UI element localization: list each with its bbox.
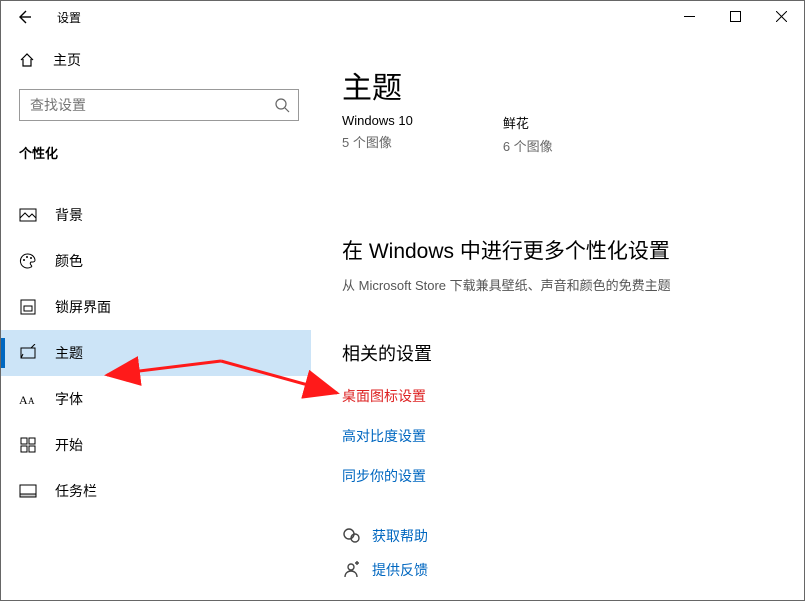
sidebar-home-label: 主页 [53, 50, 81, 70]
sidebar-item-label: 颜色 [55, 251, 83, 271]
image-icon [19, 206, 37, 224]
sidebar-item-fonts[interactable]: AA 字体 [1, 376, 311, 422]
sidebar-item-label: 任务栏 [55, 481, 97, 501]
arrow-left-icon [16, 9, 32, 25]
sidebar-item-label: 背景 [55, 205, 83, 225]
start-icon [19, 436, 37, 454]
maximize-icon [730, 11, 741, 22]
maximize-button[interactable] [712, 1, 758, 31]
sidebar-item-label: 主题 [55, 343, 83, 363]
minimize-icon [684, 11, 695, 22]
home-icon [19, 52, 35, 68]
main-content: 主题 Windows 10 5 个图像 鲜花 6 个图像 在 Windows 中… [311, 33, 804, 600]
search-box[interactable] [19, 89, 299, 121]
close-button[interactable] [758, 1, 804, 31]
sidebar: 主页 个性化 背景 颜色 锁屏界面 [1, 33, 311, 600]
svg-text:A: A [28, 396, 35, 406]
related-settings-heading: 相关的设置 [342, 340, 804, 366]
theme-name: Windows 10 [342, 113, 413, 128]
search-input[interactable] [28, 96, 274, 114]
theme-item[interactable]: Windows 10 5 个图像 [342, 113, 413, 155]
back-button[interactable] [9, 2, 39, 32]
help-label: 获取帮助 [372, 526, 428, 546]
theme-name: 鲜花 [503, 113, 553, 132]
sidebar-category-heading: 个性化 [19, 143, 311, 162]
page-title: 主题 [342, 63, 804, 107]
sidebar-item-label: 字体 [55, 389, 83, 409]
sidebar-item-label: 锁屏界面 [55, 297, 111, 317]
close-icon [776, 11, 787, 22]
svg-text:A: A [19, 393, 28, 407]
get-help-link[interactable]: 获取帮助 [342, 526, 804, 546]
sidebar-item-colors[interactable]: 颜色 [1, 238, 311, 284]
taskbar-icon [19, 482, 37, 500]
sidebar-home[interactable]: 主页 [1, 41, 311, 79]
brush-icon [19, 344, 37, 362]
link-high-contrast-settings[interactable]: 高对比度设置 [342, 426, 804, 446]
more-personalization-desc: 从 Microsoft Store 下载兼具壁纸、声音和颜色的免费主题 [342, 275, 804, 294]
sidebar-item-label: 开始 [55, 435, 83, 455]
window-title: 设置 [57, 9, 81, 26]
sidebar-item-background[interactable]: 背景 [1, 192, 311, 238]
font-icon: AA [19, 390, 37, 408]
palette-icon [19, 252, 37, 270]
feedback-icon [342, 561, 360, 579]
more-personalization-heading: 在 Windows 中进行更多个性化设置 [342, 235, 804, 265]
theme-sub: 5 个图像 [342, 132, 413, 151]
search-icon [274, 97, 290, 113]
sidebar-item-taskbar[interactable]: 任务栏 [1, 468, 311, 514]
help-label: 提供反馈 [372, 560, 428, 580]
link-desktop-icon-settings[interactable]: 桌面图标设置 [342, 386, 804, 406]
help-icon [342, 527, 360, 545]
minimize-button[interactable] [666, 1, 712, 31]
give-feedback-link[interactable]: 提供反馈 [342, 560, 804, 580]
theme-item[interactable]: 鲜花 6 个图像 [503, 113, 553, 155]
theme-sub: 6 个图像 [503, 136, 553, 155]
lockscreen-icon [19, 298, 37, 316]
sidebar-item-start[interactable]: 开始 [1, 422, 311, 468]
sidebar-item-themes[interactable]: 主题 [1, 330, 311, 376]
link-sync-settings[interactable]: 同步你的设置 [342, 466, 804, 486]
sidebar-item-lockscreen[interactable]: 锁屏界面 [1, 284, 311, 330]
